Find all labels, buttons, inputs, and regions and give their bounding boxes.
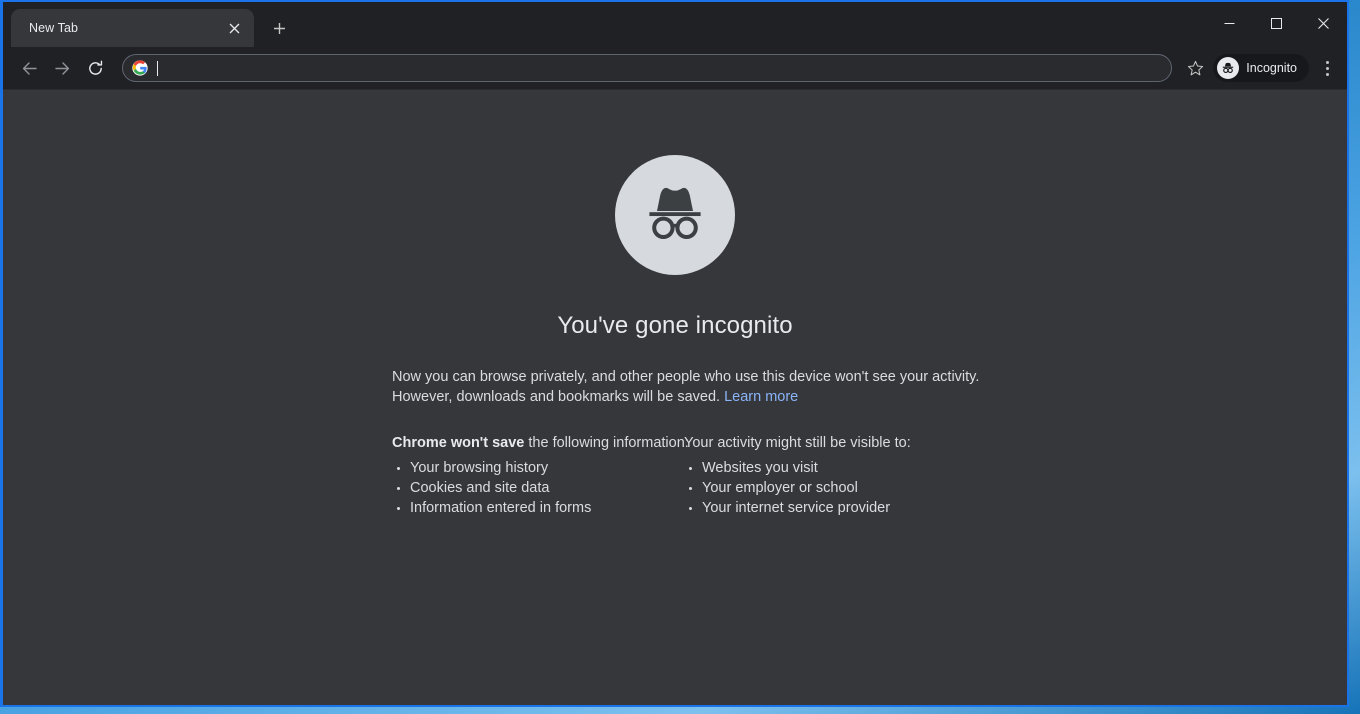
column-heading: Your activity might still be visible to: [684, 433, 958, 453]
forward-arrow-icon [54, 61, 69, 75]
chrome-menu-button[interactable] [1313, 53, 1341, 83]
minimize-button[interactable] [1206, 2, 1253, 45]
learn-more-link[interactable]: Learn more [724, 389, 798, 405]
page-content: You've gone incognito Now you can browse… [3, 90, 1347, 705]
page-title: You've gone incognito [557, 312, 793, 339]
list-item: Cookies and site data [392, 478, 675, 498]
tab-title: New Tab [29, 21, 79, 35]
reload-button[interactable] [80, 53, 110, 83]
list-item: Your internet service provider [684, 498, 958, 518]
list-wont-save: Your browsing history Cookies and site d… [392, 458, 675, 518]
text-cursor [157, 60, 158, 76]
window-controls [1206, 2, 1347, 45]
incognito-indicator[interactable]: Incognito [1213, 54, 1309, 82]
column-visible-to: Your activity might still be visible to:… [675, 433, 958, 518]
menu-dot-icon [1325, 60, 1329, 64]
close-window-button[interactable] [1300, 2, 1347, 45]
reload-icon [88, 60, 102, 75]
tab-strip: New Tab [3, 2, 1347, 47]
new-tab-button[interactable] [264, 13, 294, 43]
maximize-icon [1271, 18, 1282, 29]
browser-toolbar: Incognito [3, 47, 1347, 90]
incognito-spy-icon [649, 187, 701, 239]
google-g-icon [132, 60, 148, 76]
info-columns: Chrome won't save the following informat… [392, 433, 958, 518]
intro-line-2: However, downloads and bookmarks will be… [392, 387, 958, 407]
incognito-hero-icon [615, 155, 735, 275]
menu-dot-icon [1325, 66, 1329, 70]
intro-line-2-prefix: However, downloads and bookmarks will be… [392, 389, 725, 405]
list-item: Your employer or school [684, 478, 958, 498]
column-heading-rest: Your activity might still be visible to: [684, 435, 911, 451]
column-heading-rest: the following information: [524, 435, 689, 451]
list-item: Your browsing history [392, 458, 675, 478]
list-item: Information entered in forms [392, 498, 675, 518]
close-icon[interactable] [222, 16, 246, 40]
address-bar[interactable] [122, 54, 1173, 82]
list-item: Websites you visit [684, 458, 958, 478]
maximize-button[interactable] [1253, 2, 1300, 45]
forward-button[interactable] [47, 53, 77, 83]
tab-new-tab[interactable]: New Tab [11, 9, 254, 47]
intro-paragraph: Now you can browse privately, and other … [392, 367, 980, 407]
column-heading: Chrome won't save the following informat… [392, 433, 689, 453]
list-visible-to: Websites you visit Your employer or scho… [684, 458, 958, 518]
incognito-page: You've gone incognito Now you can browse… [3, 90, 1347, 518]
incognito-icon-small [1217, 57, 1240, 79]
menu-dot-icon [1325, 72, 1329, 76]
star-icon [1187, 60, 1203, 75]
browser-window: New Tab Incognito You've gone incognito … [0, 0, 1349, 707]
minimize-icon [1224, 23, 1235, 24]
intro-line-1: Now you can browse privately, and other … [392, 369, 980, 385]
back-arrow-icon [22, 61, 37, 75]
close-window-icon [1318, 18, 1329, 29]
back-button[interactable] [14, 53, 44, 83]
plus-icon [273, 22, 285, 34]
column-wont-save: Chrome won't save the following informat… [392, 433, 689, 518]
bookmark-button[interactable] [1180, 53, 1210, 83]
tab-strip-empty-area[interactable] [294, 2, 1347, 47]
incognito-label: Incognito [1246, 61, 1297, 75]
column-heading-bold: Chrome won't save [392, 435, 525, 451]
